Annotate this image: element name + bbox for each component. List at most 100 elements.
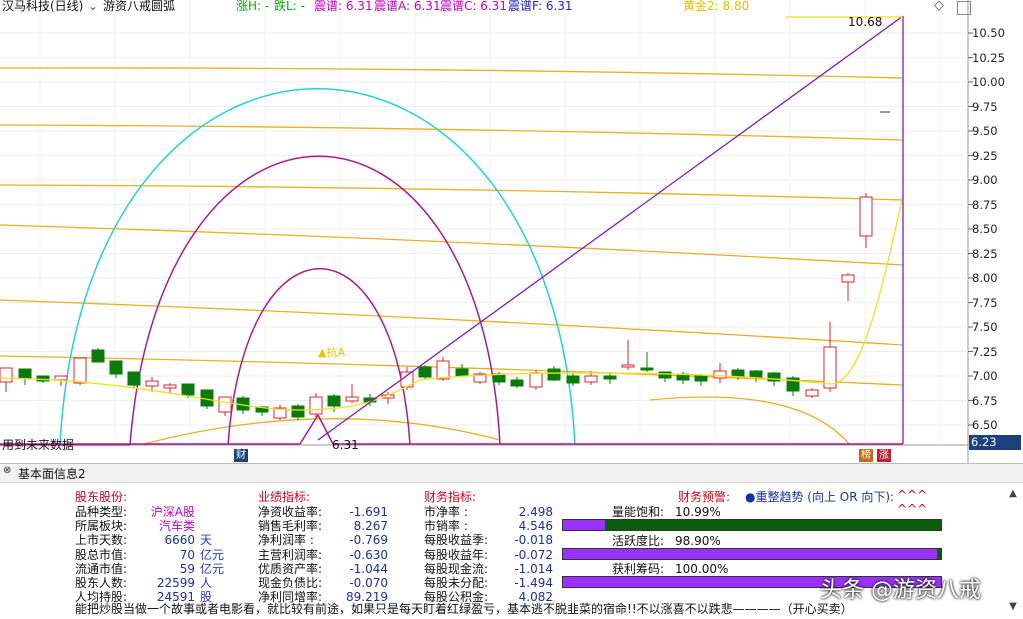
candle-body [309, 396, 323, 415]
row-label: 上市天数: [75, 533, 128, 548]
trend-arrows: ^^^ [897, 488, 928, 502]
low-label: 6.31 [332, 438, 359, 452]
row-label: 市销率 : [424, 519, 468, 534]
bar-label: 获利筹码: [612, 562, 665, 576]
price-tick: 8.25 [972, 246, 998, 261]
dot-label: ▲抗A [318, 346, 345, 359]
indicator-zhenpu: 震谱: 6.31 [314, 0, 373, 13]
price-tick: 9.50 [972, 124, 998, 138]
kline-chart[interactable] [0, 0, 1023, 463]
candle-body [109, 360, 123, 375]
collapse-icon[interactable]: ⊗ [3, 465, 11, 476]
row-unit: 亿元 [200, 561, 225, 576]
indicator-zhenpu-f: 震谱F: 6.31 [508, 0, 573, 13]
price-tick: 6.75 [972, 393, 998, 408]
warning-heading: 财务预警: [678, 490, 731, 504]
price-tick: 8.50 [972, 222, 998, 236]
row-unit: 亿元 [200, 547, 225, 562]
current-price-tag: 6.23 [969, 435, 1021, 450]
diamond-icon[interactable]: ◇ [934, 0, 944, 14]
row-unit: 人 [200, 576, 213, 590]
row-value: 22599 [156, 576, 195, 590]
price-tick: 9.75 [972, 99, 998, 114]
price-tick: 7.00 [972, 369, 998, 383]
gold-indicator: 黄金2: 8.80 [683, 0, 750, 13]
candle-body [291, 405, 305, 418]
row-value: -1.691 [349, 505, 388, 519]
price-tick: 7.50 [972, 320, 998, 334]
price-tick: 8.00 [972, 271, 998, 285]
row-label: 主营利润率: [258, 547, 323, 562]
row-label: 每股现金流: [424, 561, 489, 576]
row-label: 优质资产率: [258, 561, 323, 576]
candle[interactable] [91, 348, 105, 363]
row-label: 品种类型: [75, 505, 128, 519]
candle-body [713, 370, 727, 379]
price-tick: 9.25 [972, 148, 998, 163]
candle-body [823, 346, 837, 389]
price-tick: 6.50 [972, 418, 998, 432]
panel-title-bar: ⊗ 基本面信息2 [0, 463, 1023, 483]
row-label: 市净率 : [424, 505, 468, 519]
candle[interactable] [805, 388, 819, 398]
candle-body [345, 396, 359, 402]
candle-body [327, 395, 341, 407]
trend-text: ●重整趋势 (向上 OR 向下): [745, 490, 895, 504]
finance-heading: 财务指标: [424, 490, 477, 504]
bar-value: 10.99% [675, 505, 721, 519]
indicator-die: 跌L: - [274, 0, 305, 13]
candle-body [529, 372, 543, 388]
marker-cai[interactable]: 财 [234, 449, 248, 462]
candle-body [492, 373, 506, 383]
candle-body [621, 364, 635, 368]
candle-body [54, 375, 68, 381]
candle-body [859, 196, 873, 237]
chevron-down-icon[interactable]: ⌄ [88, 0, 98, 14]
row-value: -0.072 [514, 547, 553, 562]
bar-label: 量能饱和: [612, 505, 665, 519]
candle-body [455, 368, 469, 377]
footer-motto: 能把炒股当做一个故事或者电影看，就比较有前途，如果只是每天盯着红绿盈亏，基本逃不… [75, 602, 853, 616]
candle-body [603, 375, 617, 380]
scroll-down-icon[interactable]: ▼ [1006, 600, 1020, 614]
candle-body [436, 360, 450, 380]
price-tick: 8.75 [972, 197, 998, 212]
scroll-up-icon[interactable]: ▲ [1006, 487, 1020, 501]
candle[interactable] [473, 372, 487, 384]
candle-body [218, 396, 232, 413]
performance-heading: 业绩指标: [258, 490, 311, 504]
candle-body [510, 379, 524, 387]
indicator-name[interactable]: 游资八戒圆弧 [103, 0, 175, 14]
candle-body [547, 368, 561, 381]
panel-title: 基本面信息2 [18, 467, 86, 481]
indicator-zhenpu-a: 震谱A: 6.31 [374, 0, 441, 13]
marker-zhang[interactable]: 涨 [877, 449, 891, 462]
row-value: 4.546 [518, 519, 553, 534]
shareholder-heading: 股东股份: [75, 490, 128, 504]
row-value: 2.498 [518, 505, 553, 519]
stock-title: 汉马科技(日线) [2, 0, 84, 13]
row-label: 净利润率 : [258, 533, 314, 548]
candle-body [0, 367, 13, 383]
row-label: 流通市值: [75, 561, 128, 576]
restore-icon[interactable] [957, 1, 971, 15]
candle-body [18, 368, 32, 379]
candle-body [731, 369, 745, 377]
row-value: -0.018 [514, 533, 553, 548]
marker-bang[interactable]: 榜 [859, 449, 873, 462]
row-label: 股东人数: [75, 576, 128, 590]
candle[interactable] [309, 393, 323, 418]
row-label: 销售毛利率: [258, 519, 323, 534]
bar-value: 98.90% [675, 533, 721, 548]
watermark: 头条 @游资八戒 [820, 578, 981, 603]
row-value: -1.494 [514, 576, 553, 590]
row-value: 70 [179, 547, 195, 562]
row-value: -0.769 [349, 533, 388, 548]
row-value: -0.630 [349, 547, 388, 562]
progress-fill [563, 548, 937, 559]
row-label: 每股收益季: [424, 533, 489, 548]
price-tick: 10.50 [972, 26, 1005, 40]
row-value: 8.267 [353, 519, 388, 534]
progress-bar [562, 547, 942, 560]
bar-label: 活跃度比: [612, 533, 665, 548]
